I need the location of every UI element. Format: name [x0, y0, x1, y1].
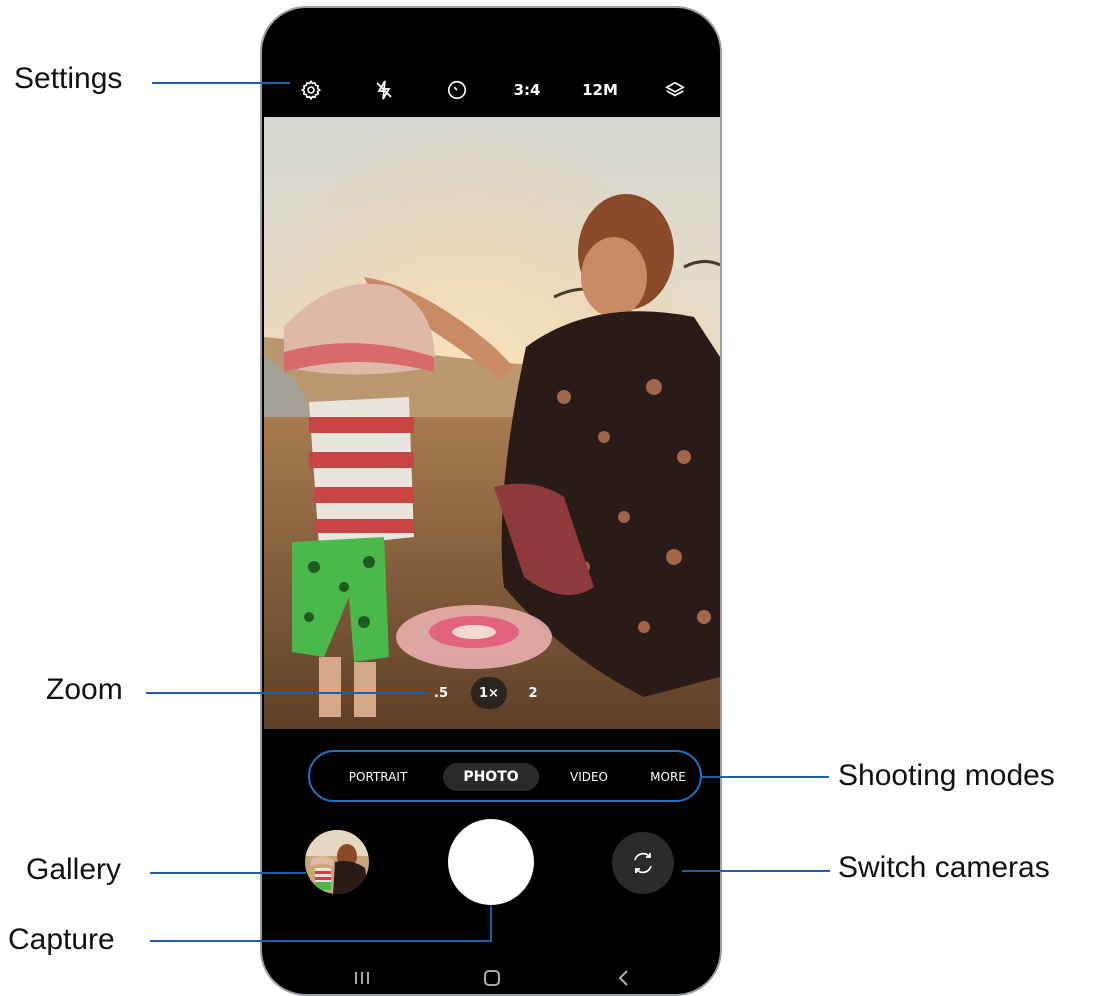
leader-line-switch-cameras: [682, 870, 830, 872]
recents-icon[interactable]: [348, 964, 376, 992]
layers-icon[interactable]: [660, 64, 690, 116]
leader-line-shooting-modes: [702, 776, 829, 778]
home-icon[interactable]: [478, 964, 506, 992]
gear-icon[interactable]: [296, 64, 326, 116]
camera-preview-image: [264, 117, 720, 729]
leader-line-settings: [152, 82, 290, 84]
zoom-selector: .5 1× 2: [427, 677, 547, 709]
mode-photo[interactable]: PHOTO: [443, 763, 539, 791]
callout-shooting-modes: Shooting modes: [838, 759, 1055, 792]
leader-line-capture: [150, 940, 491, 942]
mode-more[interactable]: MORE: [642, 763, 694, 791]
mode-portrait[interactable]: PORTRAIT: [338, 763, 418, 791]
leader-line-zoom: [146, 692, 428, 694]
zoom-level-2x[interactable]: 2: [519, 677, 547, 709]
capture-button[interactable]: [448, 819, 534, 905]
callout-switch-cameras: Switch cameras: [838, 851, 1050, 884]
leader-line-gallery: [150, 872, 306, 874]
leader-line-capture-vertical: [490, 906, 492, 942]
gallery-thumbnail[interactable]: [305, 830, 369, 894]
mode-video[interactable]: VIDEO: [560, 763, 618, 791]
resolution-button[interactable]: 12M: [580, 64, 620, 116]
back-icon[interactable]: [610, 964, 638, 992]
callout-gallery: Gallery: [26, 853, 122, 886]
flash-off-icon[interactable]: [369, 64, 399, 116]
viewfinder[interactable]: .5 1× 2: [264, 117, 720, 729]
zoom-level-0.5[interactable]: .5: [427, 677, 455, 709]
callout-settings: Settings: [14, 62, 123, 95]
switch-camera-icon[interactable]: [612, 832, 674, 894]
aspect-ratio-button[interactable]: 3:4: [508, 64, 546, 116]
timer-icon[interactable]: [442, 64, 472, 116]
zoom-level-1x[interactable]: 1×: [471, 677, 507, 709]
callout-zoom: Zoom: [46, 673, 123, 706]
callout-capture: Capture: [8, 923, 115, 956]
camera-top-bar: 3:4 12M: [262, 64, 720, 116]
